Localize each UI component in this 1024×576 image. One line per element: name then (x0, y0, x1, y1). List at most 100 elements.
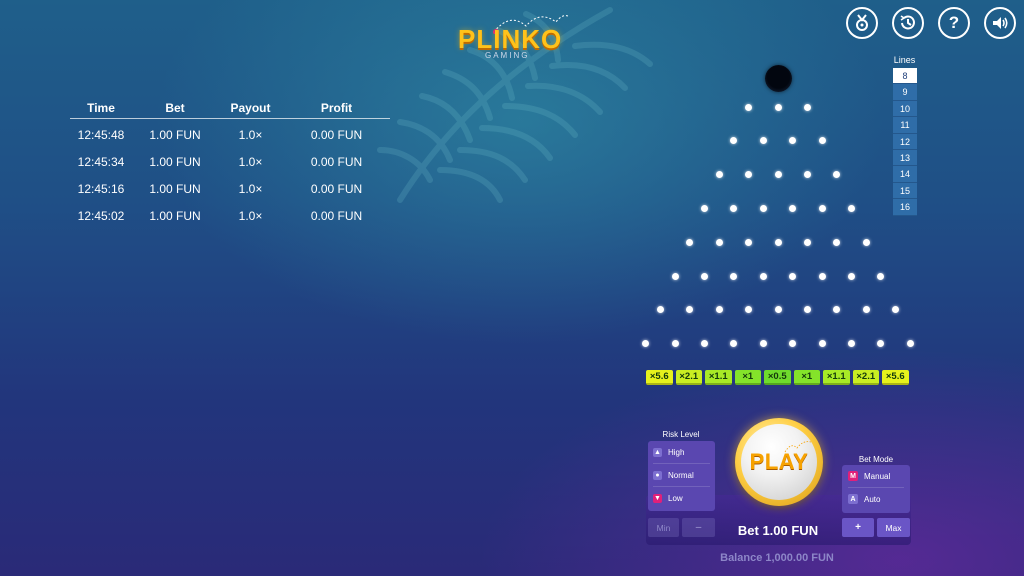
multiplier-slot: ×0.5 (764, 370, 791, 385)
cell-time: 12:45:48 (77, 127, 125, 142)
peg (877, 272, 885, 280)
multiplier-slot: ×5.6 (646, 370, 673, 385)
peg (803, 306, 811, 314)
peg (642, 340, 650, 348)
peg (774, 103, 782, 111)
risk-level-selector: ▲ High ● Normal ▼ Low (648, 441, 715, 511)
history-icon[interactable] (892, 7, 924, 39)
cell-payout: 1.0× (238, 154, 263, 169)
multiplier-slot: ×2.1 (675, 370, 702, 385)
lines-option-12[interactable]: 12 (893, 133, 917, 150)
column-header-payout: Payout (230, 101, 271, 115)
bet-mode-auto[interactable]: A Auto (848, 488, 904, 510)
cell-bet: 1.00 FUN (149, 154, 201, 169)
plinko-logo: PLINKO GAMING (456, 15, 576, 64)
peg (877, 340, 885, 348)
lines-option-16[interactable]: 16 (893, 199, 917, 216)
play-button[interactable]: PLAY (735, 418, 823, 506)
trophy-icon[interactable] (846, 7, 878, 39)
multiplier-slot: ×2.1 (852, 370, 879, 385)
multiplier-slot: ×1 (734, 370, 761, 385)
multiplier-slot: ×1 (793, 370, 820, 385)
logo-subtitle: GAMING (485, 51, 530, 60)
peg (745, 103, 753, 111)
play-arc-decoration (784, 441, 812, 453)
peg (833, 171, 841, 179)
top-toolbar: ? (846, 7, 1016, 39)
min-bet-button[interactable]: Min (648, 518, 679, 537)
peg (789, 137, 797, 145)
peg (848, 340, 855, 348)
multiplier-slot: ×5.6 (882, 370, 909, 385)
cell-time: 12:45:02 (77, 208, 125, 223)
risk-level-label: Risk Level (662, 430, 700, 439)
peg (745, 306, 753, 314)
cell-profit: 0.00 FUN (310, 127, 363, 142)
lines-option-8[interactable]: 8 (893, 68, 917, 85)
peg (686, 238, 694, 246)
cell-payout: 1.0× (238, 208, 263, 223)
sound-icon[interactable] (984, 7, 1016, 39)
lines-option-9[interactable]: 9 (893, 84, 917, 101)
decrease-bet-button[interactable]: – (682, 518, 715, 537)
peg (818, 272, 826, 280)
peg (745, 171, 753, 179)
peg (803, 238, 811, 246)
bet-mode-manual[interactable]: M Manual (848, 465, 904, 488)
cell-profit: 0.00 FUN (310, 154, 363, 169)
peg (789, 204, 797, 212)
peg (730, 204, 738, 212)
lines-option-13[interactable]: 13 (893, 149, 917, 167)
cell-profit: 0.00 FUN (310, 208, 363, 223)
increase-bet-button[interactable]: + (842, 518, 874, 537)
peg (774, 238, 782, 246)
bet-mode-selector: M Manual A Auto (842, 465, 910, 513)
peg (803, 103, 811, 111)
peg (759, 272, 767, 280)
cell-bet: 1.00 FUN (149, 181, 201, 196)
normal-risk-icon: ● (653, 470, 662, 480)
peg (789, 272, 797, 280)
max-bet-button[interactable]: Max (877, 518, 910, 537)
bet-mode-label-text: Auto (864, 494, 881, 504)
lines-option-11[interactable]: 11 (893, 117, 917, 134)
peg (759, 204, 767, 212)
column-header-bet: Bet (165, 101, 185, 115)
risk-option-label: High (668, 447, 685, 457)
peg (701, 340, 708, 348)
peg (862, 306, 870, 314)
peg (833, 306, 841, 314)
help-icon[interactable]: ? (938, 7, 970, 39)
peg (701, 204, 708, 212)
peg (745, 238, 753, 246)
peg (759, 137, 767, 145)
lines-selector: 8 9 10 11 12 13 14 15 16 (893, 68, 917, 216)
lines-label: Lines (893, 55, 916, 65)
risk-option-label: Normal (668, 470, 694, 480)
peg (671, 340, 679, 348)
play-button-face: PLAY (741, 424, 817, 500)
multiplier-slot: ×1.1 (823, 370, 850, 385)
multiplier-slot: ×1.1 (705, 370, 732, 385)
lines-option-15[interactable]: 15 (893, 182, 917, 200)
peg (774, 306, 782, 314)
risk-option-normal[interactable]: ● Normal (653, 464, 710, 487)
peg (818, 137, 826, 145)
bet-history-table: Time Bet Payout Profit 12:45:48 1.00 FUN… (70, 98, 390, 229)
multiplier-row: ×5.6 ×2.1 ×1.1 ×1 ×0.5 ×1 ×1.1 ×2.1 ×5.6 (646, 370, 909, 385)
table-row: 12:45:02 1.00 FUN 1.0× 0.00 FUN (70, 202, 390, 229)
table-row: 12:45:48 1.00 FUN 1.0× 0.00 FUN (70, 121, 390, 148)
peg (818, 204, 826, 212)
peg (656, 306, 664, 314)
table-header: Time Bet Payout Profit (70, 98, 390, 119)
column-header-time: Time (87, 101, 115, 115)
risk-option-low[interactable]: ▼ Low (653, 487, 710, 509)
table-row: 12:45:16 1.00 FUN 1.0× 0.00 FUN (70, 175, 390, 202)
risk-option-high[interactable]: ▲ High (653, 441, 710, 464)
high-risk-icon: ▲ (653, 447, 662, 457)
table-row: 12:45:34 1.00 FUN 1.0× 0.00 FUN (70, 148, 390, 175)
lines-option-10[interactable]: 10 (893, 100, 917, 118)
ball-drop-hole (765, 65, 792, 92)
peg (759, 340, 767, 348)
lines-option-14[interactable]: 14 (893, 166, 917, 183)
